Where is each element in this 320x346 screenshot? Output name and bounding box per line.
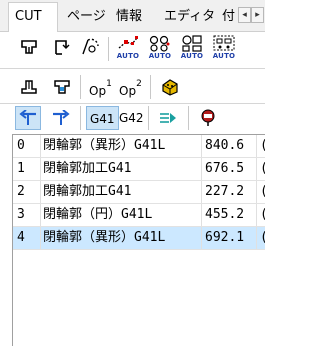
- toolbar-separator: [150, 75, 151, 99]
- tab-page[interactable]: ページ: [61, 6, 112, 30]
- lead-in-button[interactable]: [155, 106, 181, 130]
- arc-cut-icon-button[interactable]: [79, 33, 103, 61]
- arc-cut-icon: [82, 38, 99, 55]
- row-name: 閉輪郭（異形）G41L: [42, 227, 202, 249]
- left-gutter: [0, 134, 12, 346]
- row-value: 840.6: [201, 135, 257, 157]
- toolbar-row-3: G41 G42: [0, 106, 265, 132]
- row-extra: (: [258, 158, 265, 180]
- row-value: 692.1: [201, 227, 257, 249]
- row-index: 4: [13, 227, 41, 249]
- row-extra: (: [258, 181, 265, 203]
- fixture-2-icon-button[interactable]: [50, 73, 74, 101]
- row-divider: [13, 249, 265, 250]
- op2-button[interactable]: Op2: [119, 73, 142, 99]
- fixture-icon: [21, 80, 37, 94]
- toolbar-separator: [80, 75, 81, 99]
- lead-in-arrow-icon: [160, 113, 176, 123]
- auto-path-1-button[interactable]: AUTO: [113, 33, 143, 61]
- material-icon: [162, 79, 178, 96]
- row-value: 676.5: [201, 158, 257, 180]
- tab-editor[interactable]: エディタ: [158, 6, 221, 30]
- material-icon-button[interactable]: [158, 73, 182, 101]
- toolbar-separator: [108, 37, 109, 61]
- op1-label: Op: [89, 84, 107, 98]
- toolbar-separator: [80, 106, 81, 130]
- table-row[interactable]: 2 閉輪郭加工G41 227.2 (: [13, 181, 265, 203]
- operation-list[interactable]: 0 閉輪郭（異形）G41L 840.6 ( 1 閉輪郭加工G41 676.5 (…: [12, 134, 265, 346]
- arrow-right-compensation-icon: [53, 110, 70, 125]
- auto-label: AUTO: [212, 52, 236, 60]
- row-extra: (: [258, 204, 265, 226]
- pierce-point-button[interactable]: [195, 106, 221, 130]
- auto-path-3-icon: [182, 35, 202, 52]
- op2-superscript: 2: [136, 79, 142, 89]
- table-row[interactable]: 1 閉輪郭加工G41 676.5 (: [13, 158, 265, 180]
- toolbar-divider: [0, 103, 265, 104]
- row-index: 1: [13, 158, 41, 180]
- toolbar-separator: [188, 106, 189, 130]
- cut-start-icon-button[interactable]: [17, 33, 41, 61]
- toolbar-row-2: Op1 Op2: [0, 73, 265, 101]
- cut-start-icon: [21, 40, 37, 54]
- row-index: 2: [13, 181, 41, 203]
- auto-label: AUTO: [116, 52, 140, 60]
- arrow-left-compensation-icon: [19, 110, 36, 125]
- auto-label: AUTO: [180, 52, 204, 60]
- tab-bar: CUT ページ 情報 エディタ 付 ◂ ▸: [0, 0, 265, 32]
- pierce-point-icon: [201, 109, 215, 126]
- row-value: 455.2: [201, 204, 257, 226]
- toolbar-separator: [148, 106, 149, 130]
- row-index: 0: [13, 135, 41, 157]
- row-extra: (: [258, 135, 265, 157]
- compensation-right-button[interactable]: [48, 106, 74, 130]
- g42-button[interactable]: G42: [116, 106, 147, 130]
- row-value: 227.2: [201, 181, 257, 203]
- table-row-selected[interactable]: 4 閉輪郭（異形）G41L 692.1 (: [13, 227, 265, 249]
- cut-path-icon: [55, 40, 70, 55]
- op1-superscript: 1: [106, 79, 112, 89]
- compensation-left-button[interactable]: [15, 106, 41, 130]
- tab-info[interactable]: 情報: [110, 6, 148, 30]
- auto-path-3-button[interactable]: AUTO: [177, 33, 207, 61]
- fixture-2-icon: [54, 80, 70, 94]
- row-name: 閉輪郭加工G41: [42, 158, 202, 180]
- op2-label: Op: [119, 84, 137, 98]
- table-row[interactable]: 0 閉輪郭（異形）G41L 840.6 (: [13, 135, 265, 157]
- tab-scroll-right-button[interactable]: ▸: [251, 7, 264, 23]
- cut-path-icon-button[interactable]: [50, 33, 74, 61]
- auto-path-4-icon: [213, 35, 235, 51]
- row-name: 閉輪郭（異形）G41L: [42, 135, 202, 157]
- auto-label: AUTO: [148, 52, 172, 60]
- g41-button[interactable]: G41: [86, 106, 119, 130]
- row-name: 閉輪郭加工G41: [42, 181, 202, 203]
- row-extra: (: [258, 227, 265, 249]
- row-name: 閉輪郭（円）G41L: [42, 204, 202, 226]
- toolbar-divider: [0, 68, 265, 69]
- tab-cut[interactable]: CUT: [8, 2, 58, 32]
- auto-path-2-button[interactable]: AUTO: [145, 33, 175, 61]
- row-index: 3: [13, 204, 41, 226]
- auto-path-1-icon: [118, 36, 138, 49]
- toolbar-row-1: AUTO AUTO AUTO AUTO: [0, 33, 265, 63]
- fixture-icon-button[interactable]: [17, 73, 41, 101]
- op1-button[interactable]: Op1: [89, 73, 112, 99]
- table-row[interactable]: 3 閉輪郭（円）G41L 455.2 (: [13, 204, 265, 226]
- auto-path-2-icon: [149, 35, 170, 52]
- tab-scroll-left-button[interactable]: ◂: [238, 7, 251, 23]
- auto-path-4-button[interactable]: AUTO: [209, 33, 239, 61]
